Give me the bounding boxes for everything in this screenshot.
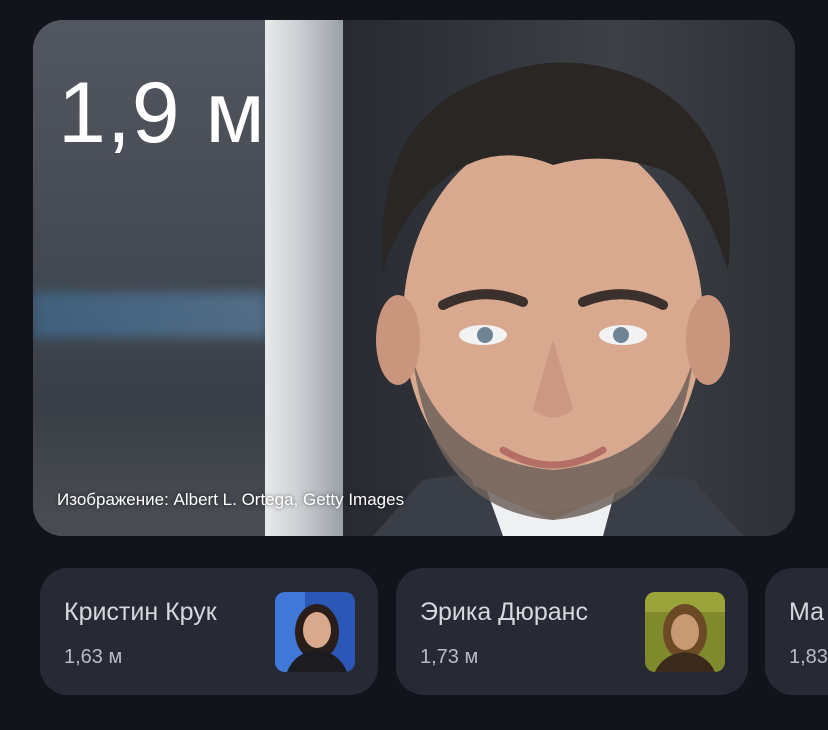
- related-person-chip[interactable]: Кристин Крук 1,63 м: [40, 568, 378, 695]
- related-person-name: Ма: [789, 598, 825, 626]
- person-thumbnail-icon: [645, 592, 725, 672]
- photo-credit: Изображение: Albert L. Ortega, Getty Ima…: [57, 490, 405, 509]
- height-value: 1,9 м: [58, 65, 266, 161]
- person-thumbnail-icon: [275, 592, 355, 672]
- related-person-chip[interactable]: Ма 1,83: [765, 568, 828, 695]
- related-person-height: 1,73 м: [420, 646, 479, 668]
- hero-background-band: [33, 292, 268, 338]
- related-person-height: 1,83: [789, 646, 828, 668]
- related-person-name: Эрика Дюранс: [420, 598, 588, 626]
- hero-card[interactable]: 1,9 м Изображение: Albert L. Ortega, Get…: [33, 20, 795, 536]
- related-person-height: 1,63 м: [64, 646, 123, 668]
- related-person-chip[interactable]: Эрика Дюранс 1,73 м: [396, 568, 748, 695]
- portrait-photo-icon: [373, 62, 743, 536]
- related-people-list: Кристин Крук 1,63 м Эрика Дюранс 1,73 м …: [40, 568, 828, 698]
- related-person-name: Кристин Крук: [64, 598, 217, 626]
- hero-background-column: [265, 20, 343, 536]
